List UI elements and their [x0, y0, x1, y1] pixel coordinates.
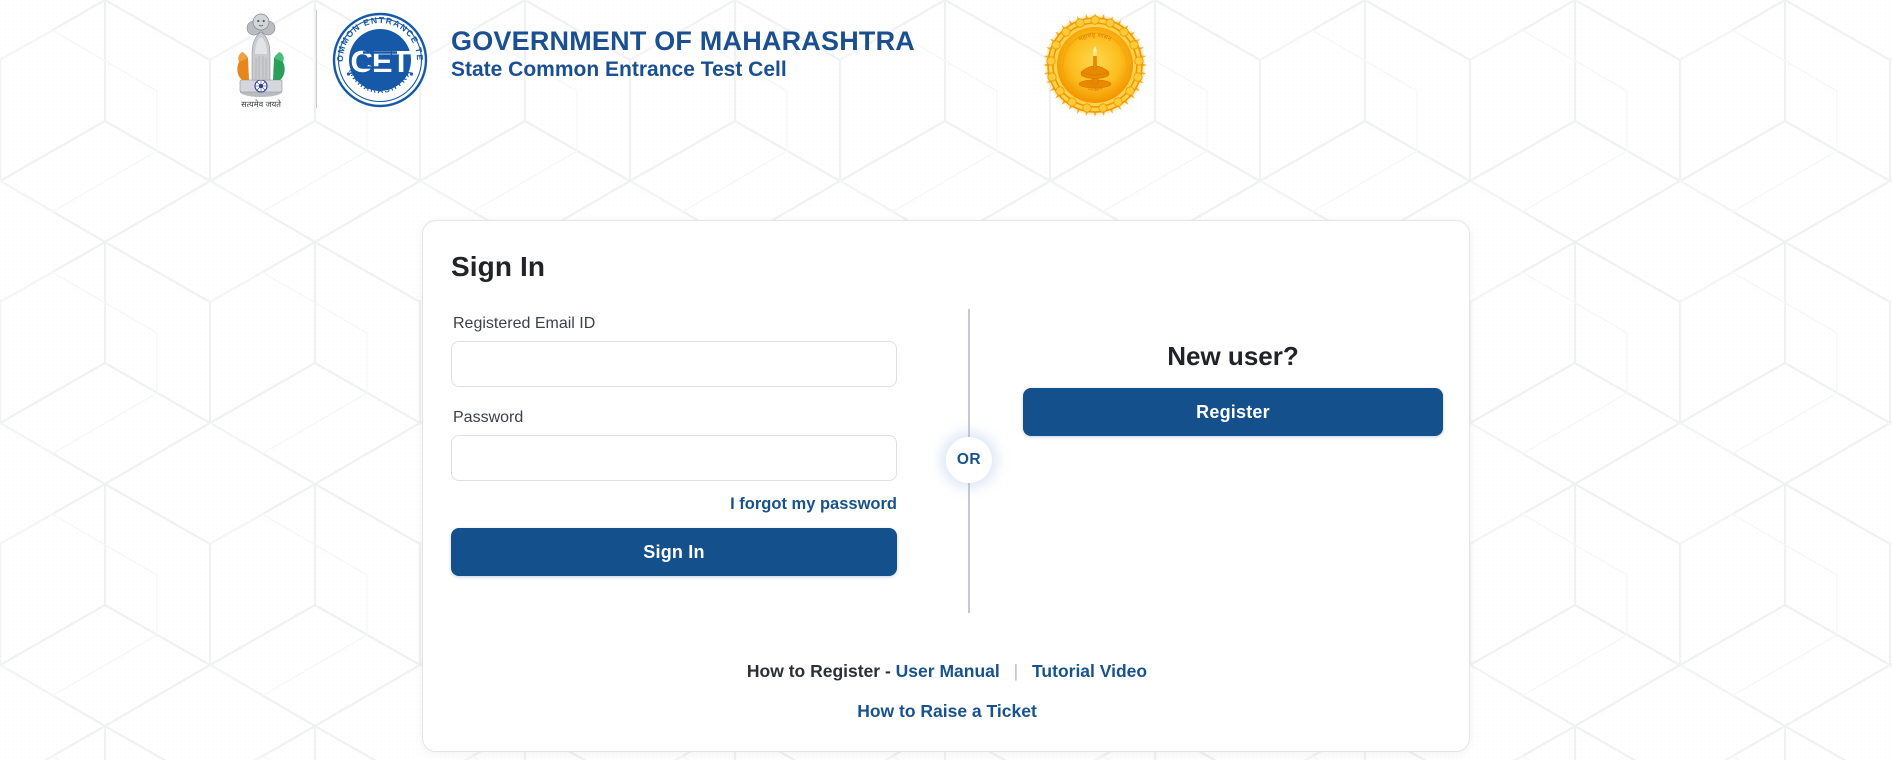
forgot-password-row: I forgot my password: [451, 495, 897, 514]
signin-card: Sign In Registered Email ID Password I f…: [422, 220, 1470, 752]
header-title-block: GOVERNMENT OF MAHARASHTRA State Common E…: [451, 26, 915, 82]
raise-ticket-link[interactable]: How to Raise a Ticket: [857, 701, 1037, 721]
email-group: Registered Email ID: [451, 315, 897, 387]
page-title-government: GOVERNMENT OF MAHARASHTRA: [451, 26, 915, 56]
how-to-register-row: How to Register - User Manual | Tutorial…: [423, 661, 1471, 682]
password-group: Password: [451, 409, 897, 481]
page-subtitle-cet-cell: State Common Entrance Test Cell: [451, 58, 787, 82]
email-label: Registered Email ID: [453, 315, 596, 332]
register-button[interactable]: Register: [1023, 388, 1443, 436]
or-badge: OR: [946, 437, 992, 483]
signin-form: Registered Email ID Password I forgot my…: [451, 315, 897, 576]
forgot-password-link[interactable]: I forgot my password: [730, 495, 897, 513]
header-vertical-divider: [316, 10, 317, 108]
emblem-motto: सत्यमेव जयते: [241, 99, 281, 109]
maharashtra-state-seal-icon: महाराष्ट्र शासन प्रतिष्ठान: [1043, 13, 1147, 117]
cet-logo-icon: STATE COMMON ENTRANCE TEST CELL MAHARASH…: [332, 12, 428, 108]
how-to-register-label: How to Register -: [746, 661, 891, 681]
cet-logo-text: CET: [351, 44, 411, 79]
user-manual-link[interactable]: User Manual: [896, 661, 1000, 681]
site-header: सत्यमेव जयते STATE COMMON ENTRANCE TEST …: [0, 0, 1892, 118]
footer-help-links: How to Register - User Manual | Tutorial…: [423, 661, 1471, 722]
password-input[interactable]: [451, 435, 897, 481]
tutorial-video-link[interactable]: Tutorial Video: [1032, 661, 1147, 681]
link-separator: |: [1013, 661, 1019, 681]
signin-button[interactable]: Sign In: [451, 528, 897, 576]
national-emblem-of-india-icon: सत्यमेव जयते: [237, 13, 285, 109]
register-panel: New user? Register: [1023, 341, 1443, 436]
password-label: Password: [453, 409, 524, 426]
or-divider: OR: [946, 309, 992, 613]
new-user-heading: New user?: [1167, 341, 1299, 371]
registered-email-input[interactable]: [451, 341, 897, 387]
signin-heading: Sign In: [451, 251, 546, 282]
